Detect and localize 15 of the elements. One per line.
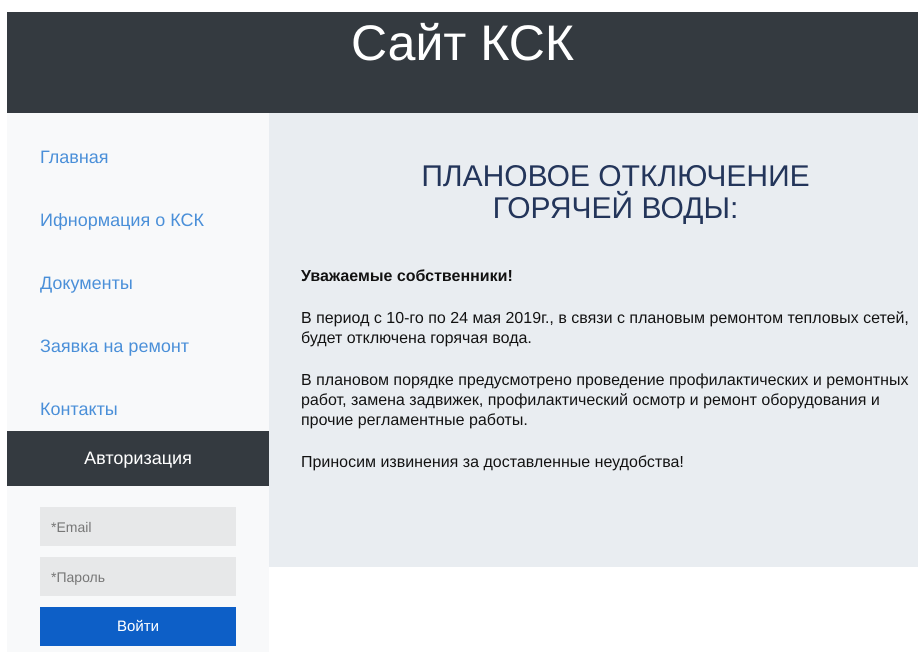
article-heading: ПЛАНОВОЕ ОТКЛЮЧЕНИЕ ГОРЯЧЕЙ ВОДЫ:: [420, 161, 811, 225]
greeting-text: Уважаемые собственники!: [301, 267, 514, 287]
article-paragraph: Приносим извинения за доставленные неудобства!: [301, 453, 685, 473]
nav-link[interactable]: Контакты: [40, 397, 118, 421]
nav-link[interactable]: Ифнормация о КСК: [40, 208, 204, 232]
password-field[interactable]: *Пароль: [40, 557, 236, 596]
nav-link[interactable]: Главная: [40, 145, 109, 169]
article-paragraph: В период с 10-го по 24 мая 2019г., в связи с плановым ремонтом тепловых сетей, будет отключена горячая вода.: [301, 309, 910, 349]
login-title: Авторизация: [84, 448, 192, 469]
site-title: Сайт КСК: [351, 14, 574, 73]
nav-link[interactable]: Заявка на ремонт: [40, 334, 190, 358]
nav-link[interactable]: Документы: [40, 271, 133, 295]
login-button[interactable]: Войти: [40, 607, 236, 646]
email-field[interactable]: *Email: [40, 507, 236, 546]
article-paragraph: В плановом порядке предусмотрено проведение профилактических и ремонтных работ, замена задвижек, профилактический осмотр и ремонт оборудования и прочие регламентные работы.: [301, 371, 910, 431]
